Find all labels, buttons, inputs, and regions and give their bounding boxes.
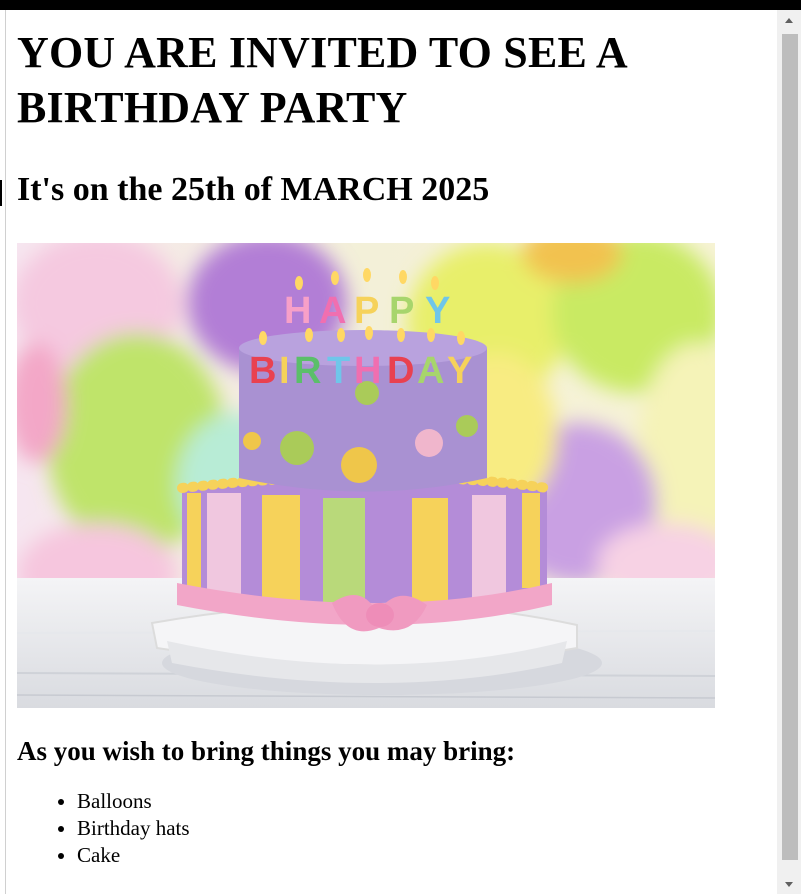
- page-title: YOU ARE INVITED TO SEE A BIRTHDAY PARTY: [17, 28, 626, 132]
- left-edge-marker: [0, 180, 2, 206]
- bring-list: Balloons Birthday hats Cake: [17, 788, 775, 869]
- svg-text:A: A: [417, 350, 444, 392]
- list-item: Birthday hats: [77, 815, 775, 842]
- svg-text:R: R: [294, 350, 321, 392]
- svg-text:I: I: [279, 350, 290, 392]
- svg-text:B: B: [249, 350, 276, 392]
- svg-text:D: D: [387, 350, 414, 392]
- chevron-up-icon[interactable]: [777, 10, 801, 30]
- svg-text:P: P: [354, 290, 379, 332]
- left-edge: [0, 10, 6, 894]
- vertical-scrollbar[interactable]: [777, 10, 801, 894]
- date-line: It's on the 25th of MARCH 2025: [17, 171, 490, 208]
- window-top-bar: [0, 0, 801, 10]
- chevron-down-icon[interactable]: [777, 874, 801, 894]
- list-item: Cake: [77, 842, 775, 869]
- svg-text:P: P: [389, 290, 414, 332]
- scrollbar-thumb[interactable]: [782, 34, 798, 860]
- list-item: Balloons: [77, 788, 775, 815]
- birthday-cake-image: H A P P Y B I R T H D A Y: [17, 243, 715, 708]
- svg-text:Y: Y: [447, 350, 472, 392]
- svg-text:A: A: [319, 290, 346, 332]
- page-content: YOU ARE INVITED TO SEE A BIRTHDAY PARTY …: [17, 10, 775, 869]
- svg-text:H: H: [284, 290, 311, 332]
- bring-heading: As you wish to bring things you may brin…: [17, 736, 516, 766]
- svg-text:Y: Y: [425, 290, 450, 332]
- svg-text:H: H: [354, 350, 381, 392]
- svg-text:T: T: [327, 350, 350, 392]
